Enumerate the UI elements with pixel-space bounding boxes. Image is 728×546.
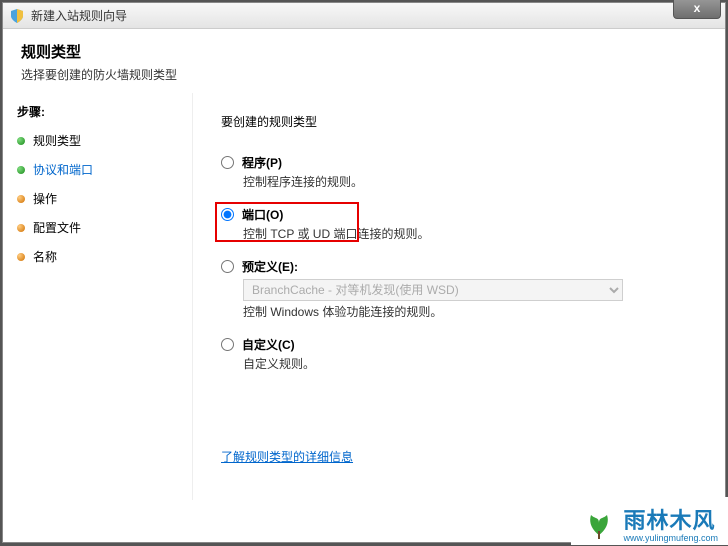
step-protocol-port[interactable]: 协议和端口 — [17, 161, 178, 178]
radio-label-program[interactable]: 程序(P) — [221, 154, 697, 171]
radio-label-predefined[interactable]: 预定义(E): — [221, 258, 697, 275]
bullet-icon — [17, 224, 25, 232]
step-label: 操作 — [33, 190, 57, 207]
option-desc: 控制程序连接的规则。 — [243, 173, 697, 190]
radio-custom[interactable] — [221, 338, 234, 351]
option-desc: 控制 TCP 或 UD 端口连接的规则。 — [243, 225, 697, 242]
option-predefined: 预定义(E): BranchCache - 对等机发现(使用 WSD) 控制 W… — [221, 258, 697, 320]
learn-more-link[interactable]: 了解规则类型的详细信息 — [221, 448, 353, 465]
page-subtitle: 选择要创建的防火墙规则类型 — [21, 66, 707, 83]
option-port: 端口(O) 控制 TCP 或 UD 端口连接的规则。 — [221, 206, 697, 242]
predefined-dropdown[interactable]: BranchCache - 对等机发现(使用 WSD) — [243, 279, 623, 301]
radio-label-custom[interactable]: 自定义(C) — [221, 336, 697, 353]
radio-predefined[interactable] — [221, 260, 234, 273]
bullet-icon — [17, 137, 25, 145]
titlebar: 新建入站规则向导 x — [3, 3, 725, 29]
step-action[interactable]: 操作 — [17, 190, 178, 207]
step-profile[interactable]: 配置文件 — [17, 219, 178, 236]
radio-port[interactable] — [221, 208, 234, 221]
desc-part-a: 控制 TCP 或 UD — [243, 227, 330, 241]
shield-icon — [9, 8, 25, 24]
watermark: 雨林木风 www.yulingmufeng.com — [571, 497, 728, 545]
page-title: 规则类型 — [21, 41, 707, 62]
radio-label-port[interactable]: 端口(O) — [221, 206, 697, 223]
option-title: 自定义(C) — [242, 336, 295, 353]
header: 规则类型 选择要创建的防火墙规则类型 — [3, 29, 725, 93]
leaf-icon — [581, 505, 617, 541]
watermark-cn: 雨林木风 — [623, 508, 715, 533]
watermark-text: 雨林木风 www.yulingmufeng.com — [623, 503, 718, 543]
prompt-text: 要创建的规则类型 — [221, 113, 697, 130]
step-rule-type[interactable]: 规则类型 — [17, 132, 178, 149]
main-panel: 要创建的规则类型 程序(P) 控制程序连接的规则。 端口(O) 控制 TCP 或… — [193, 93, 725, 500]
step-label: 名称 — [33, 248, 57, 265]
option-desc: 控制 Windows 体验功能连接的规则。 — [243, 303, 697, 320]
desc-part-b: 端口连接的规则。 — [330, 227, 429, 241]
watermark-en: www.yulingmufeng.com — [623, 533, 718, 543]
bullet-icon — [17, 166, 25, 174]
step-name[interactable]: 名称 — [17, 248, 178, 265]
bullet-icon — [17, 253, 25, 261]
window-title: 新建入站规则向导 — [31, 7, 127, 24]
option-title: 端口(O) — [242, 206, 283, 223]
step-label: 协议和端口 — [33, 161, 93, 178]
step-label: 配置文件 — [33, 219, 81, 236]
bullet-icon — [17, 195, 25, 203]
option-program: 程序(P) 控制程序连接的规则。 — [221, 154, 697, 190]
radio-program[interactable] — [221, 156, 234, 169]
option-desc: 自定义规则。 — [243, 355, 697, 372]
option-title: 程序(P) — [242, 154, 282, 171]
step-label: 规则类型 — [33, 132, 81, 149]
predefined-dropdown-wrap: BranchCache - 对等机发现(使用 WSD) — [243, 279, 623, 301]
steps-label: 步骤: — [17, 103, 178, 120]
wizard-window: 新建入站规则向导 x 规则类型 选择要创建的防火墙规则类型 步骤: 规则类型 协… — [2, 2, 726, 543]
option-custom: 自定义(C) 自定义规则。 — [221, 336, 697, 372]
steps-sidebar: 步骤: 规则类型 协议和端口 操作 配置文件 名称 — [3, 93, 193, 500]
option-title: 预定义(E): — [242, 258, 298, 275]
close-button[interactable]: x — [673, 0, 721, 19]
